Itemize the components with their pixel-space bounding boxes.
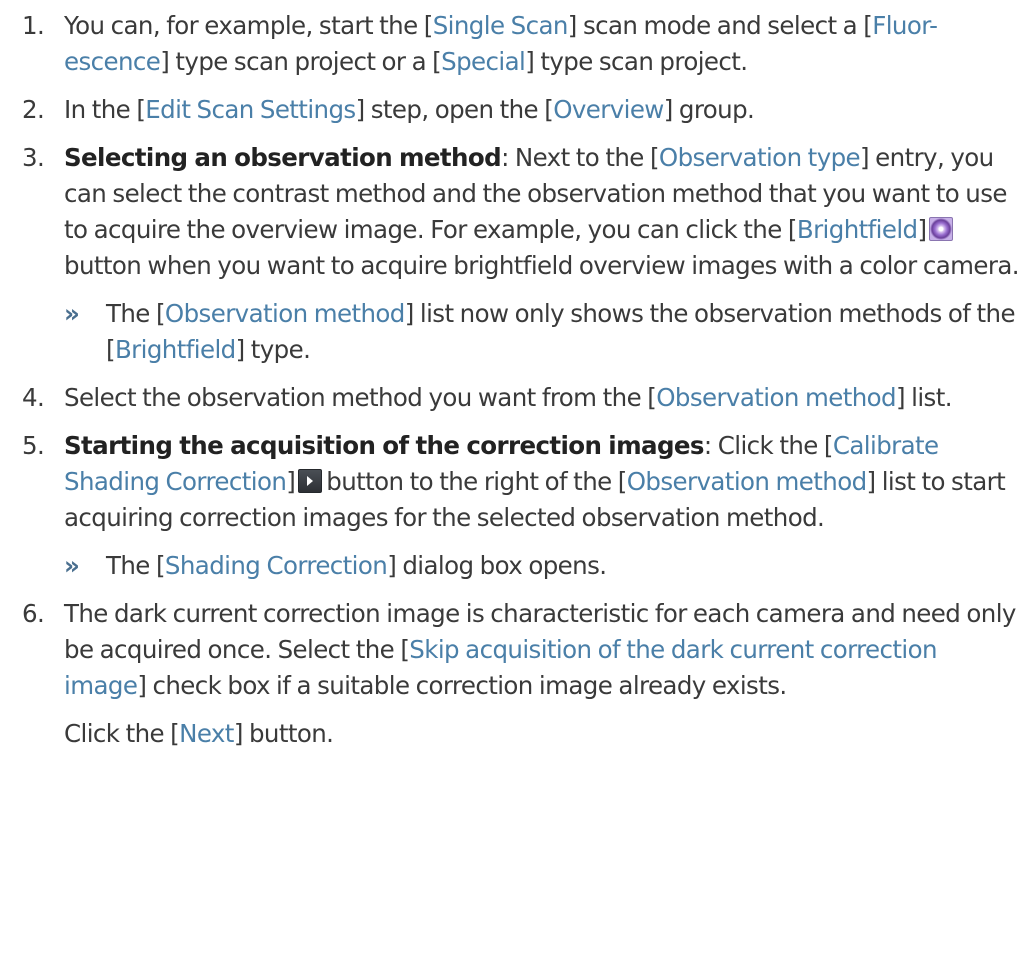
ui-ref-overview: Overview: [553, 95, 664, 124]
ui-ref-observation-method: Observation method: [164, 299, 405, 328]
step-text: Click the [: [64, 719, 180, 748]
step-text: button when you want to acquire brightfi…: [64, 251, 1020, 280]
step-4: 4. Select the observation method you wan…: [22, 380, 1022, 416]
result-text: ] dialog box opens.: [387, 551, 607, 580]
step-5: 5. Starting the acquisition of the corre…: [22, 428, 1022, 536]
brightfield-icon: [929, 217, 954, 241]
step-number: 3.: [22, 143, 45, 172]
ui-ref-brightfield: Brightfield: [114, 335, 236, 364]
step-text: ] list.: [895, 383, 953, 412]
step-text: ]: [286, 467, 296, 496]
step-text: Select the observation method you want f…: [64, 383, 657, 412]
ui-ref-shading-correction: Shading Correction: [164, 551, 388, 580]
ui-ref-single-scan: Single Scan: [432, 11, 569, 40]
step-text: ] button.: [233, 719, 334, 748]
result-marker: »: [64, 299, 80, 328]
step-1: 1. You can, for example, start the [Sing…: [22, 8, 1022, 80]
step-text: button to the right of the [: [326, 467, 627, 496]
step-text: ] type scan project.: [525, 47, 748, 76]
step-2: 2. In the [Edit Scan Settings] step, ope…: [22, 92, 1022, 128]
step-3-result: » The [Observation method] list now only…: [64, 296, 1022, 368]
ui-ref-observation-type: Observation type: [658, 143, 861, 172]
step-number: 2.: [22, 95, 45, 124]
ui-ref-special: Special: [441, 47, 526, 76]
step-text: ]: [917, 215, 928, 244]
step-text: : Next to the [: [501, 143, 659, 172]
step-6: 6. The dark current correction image is …: [22, 596, 1022, 704]
step-text: ] step, open the [: [355, 95, 554, 124]
ui-ref-next: Next: [179, 719, 234, 748]
calibrate-arrow-icon: [298, 469, 323, 493]
step-5-result: » The [Shading Correction] dialog box op…: [64, 548, 1022, 584]
result-text: ] type.: [235, 335, 311, 364]
ui-ref-observation-method: Observation method: [656, 383, 896, 412]
step-number: 6.: [22, 599, 45, 628]
step-heading: Starting the acquisition of the correcti…: [64, 431, 705, 460]
instructions-document: 1. You can, for example, start the [Sing…: [22, 8, 1022, 764]
ui-ref-brightfield: Brightfield: [796, 215, 918, 244]
step-text: ] type scan project or a [: [160, 47, 442, 76]
result-marker: »: [64, 551, 80, 580]
ui-ref-observation-method: Observation method: [626, 467, 867, 496]
step-text: In the [: [64, 95, 146, 124]
step-text: ] check box if a suitable correction ima…: [137, 671, 787, 700]
result-text: The [: [106, 551, 166, 580]
step-text: You can, for example, start the [: [64, 11, 433, 40]
step-text: ] group.: [663, 95, 755, 124]
step-3: 3. Selecting an observation method: Next…: [22, 140, 1022, 284]
step-6-continuation: Click the [Next] button.: [22, 716, 1022, 752]
step-number: 5.: [22, 431, 45, 460]
step-heading: Selecting an observation method: [64, 143, 502, 172]
step-number: 4.: [22, 383, 45, 412]
step-number: 1.: [22, 11, 45, 40]
result-text: The [: [106, 299, 166, 328]
step-text: ] scan mode and select a [: [567, 11, 873, 40]
ui-ref-edit-scan-settings: Edit Scan Settings: [145, 95, 356, 124]
step-text: : Click the [: [703, 431, 834, 460]
